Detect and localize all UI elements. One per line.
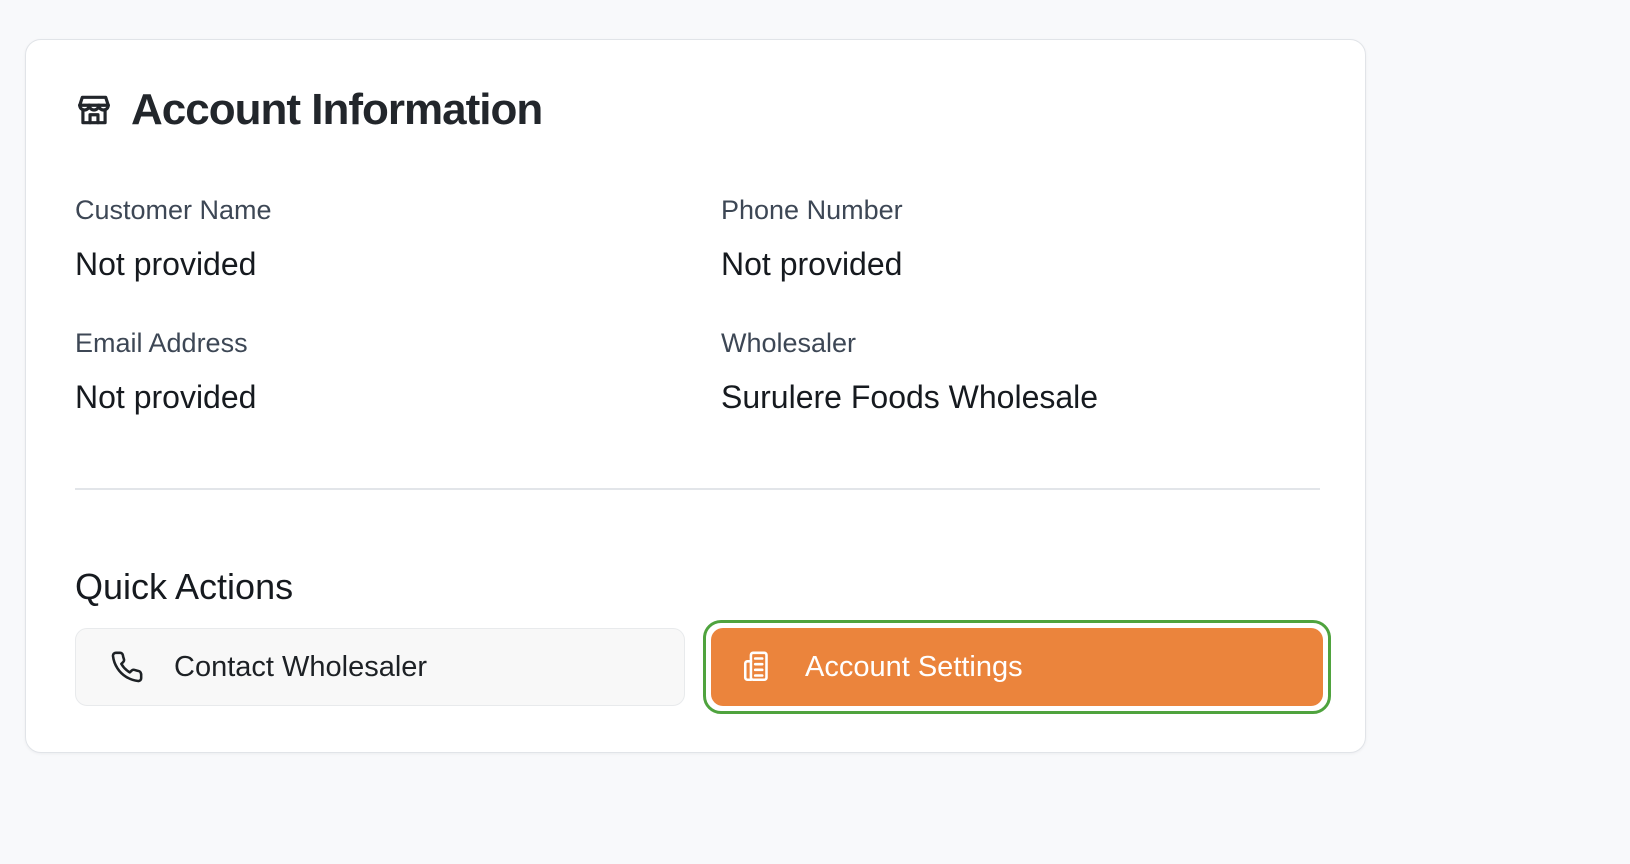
phone-number-field: Phone Number Not provided (721, 192, 1320, 284)
field-value: Not provided (721, 246, 903, 282)
contact-wholesaler-label: Contact Wholesaler (174, 650, 428, 683)
customer-name-field: Customer Name Not provided (75, 192, 721, 284)
account-settings-button[interactable]: Account Settings (711, 628, 1323, 706)
field-label: Email Address (75, 328, 248, 358)
quick-actions-title: Quick Actions (75, 566, 294, 607)
card-title: Account Information (131, 85, 543, 134)
wholesaler-field: Wholesaler Surulere Foods Wholesale (721, 325, 1320, 417)
card-header: Account Information (75, 84, 543, 137)
account-settings-label: Account Settings (805, 650, 1023, 683)
phone-icon (110, 650, 144, 684)
email-address-field: Email Address Not provided (75, 325, 721, 417)
section-divider (75, 488, 1320, 490)
field-value: Surulere Foods Wholesale (721, 379, 1099, 415)
contact-wholesaler-button[interactable]: Contact Wholesaler (75, 628, 685, 706)
receipt-icon (741, 650, 775, 684)
field-value: Not provided (75, 379, 257, 415)
account-settings-focus-ring: Account Settings (703, 620, 1331, 714)
field-label: Customer Name (75, 195, 272, 225)
field-label: Wholesaler (721, 328, 857, 358)
field-value: Not provided (75, 246, 257, 282)
account-information-card: Account Information Customer Name Not pr… (25, 39, 1366, 753)
storefront-icon (75, 91, 113, 129)
field-label: Phone Number (721, 195, 903, 225)
info-grid: Customer Name Not provided Phone Number … (75, 192, 1320, 417)
